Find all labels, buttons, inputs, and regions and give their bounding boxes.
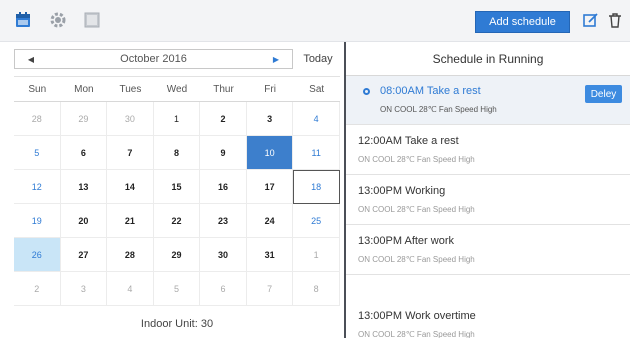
calendar-day[interactable]: 6 xyxy=(200,272,247,306)
calendar-day[interactable]: 19 xyxy=(14,204,61,238)
month-title: October 2016 xyxy=(120,53,187,65)
schedule-details: ON COOL 28℃ Fan Speed High xyxy=(358,255,475,264)
month-navigator: ◀ October 2016 ▶ xyxy=(14,49,293,69)
calendar-day[interactable]: 29 xyxy=(153,238,201,272)
delete-button[interactable]: Deley xyxy=(585,85,622,103)
settings-icon[interactable] xyxy=(49,11,67,29)
schedule-time: 13:00PM After work xyxy=(358,235,454,247)
calendar-day[interactable]: 1 xyxy=(293,238,340,272)
indoor-unit-label: Indoor Unit: 30 xyxy=(140,318,214,330)
calendar-day[interactable]: 29 xyxy=(60,102,108,136)
weekday-label: Fri xyxy=(264,84,276,95)
calendar-day-selected[interactable]: 10 xyxy=(246,136,294,170)
today-button[interactable]: Today xyxy=(297,49,339,69)
calendar-day[interactable]: 28 xyxy=(14,102,61,136)
calendar-day[interactable]: 8 xyxy=(153,136,201,170)
weekday-label: Mon xyxy=(74,84,94,95)
toolbar: Add schedule xyxy=(0,0,630,42)
calendar-day[interactable]: 6 xyxy=(60,136,108,170)
add-schedule-button[interactable]: Add schedule xyxy=(475,11,570,33)
calendar-day[interactable]: 15 xyxy=(153,170,201,204)
schedule-item[interactable]: 08:00AM Take a rest ON COOL 28℃ Fan Spee… xyxy=(346,76,630,125)
calendar-day[interactable]: 30 xyxy=(107,102,154,136)
schedule-time: 13:00PM Work overtime xyxy=(358,310,476,322)
calendar-day[interactable]: 16 xyxy=(200,170,247,204)
calendar-day[interactable]: 7 xyxy=(107,136,154,170)
calendar-day[interactable]: 31 xyxy=(246,238,294,272)
calendar-day[interactable]: 21 xyxy=(107,204,154,238)
calendar-day[interactable]: 2 xyxy=(200,102,247,136)
trash-icon[interactable] xyxy=(606,11,624,29)
calendar-day[interactable]: 8 xyxy=(293,272,340,306)
prev-month-icon[interactable]: ◀ xyxy=(21,50,41,68)
calendar-day[interactable]: 3 xyxy=(246,102,294,136)
weekday-label: Sat xyxy=(309,84,325,95)
calendar-icon[interactable] xyxy=(14,11,32,29)
calendar-day[interactable]: 4 xyxy=(293,102,340,136)
weekday-label: Sun xyxy=(28,84,47,95)
calendar-day-today[interactable]: 18 xyxy=(293,170,340,204)
schedule-item[interactable]: 12:00AM Take a rest ON COOL 28℃ Fan Spee… xyxy=(346,126,630,175)
schedule-time: 13:00PM Working xyxy=(358,185,446,197)
schedule-item[interactable]: 13:00PM After work ON COOL 28℃ Fan Speed… xyxy=(346,226,630,275)
calendar-day[interactable]: 9 xyxy=(200,136,247,170)
schedule-item[interactable]: 13:00PM Working ON COOL 28℃ Fan Speed Hi… xyxy=(346,176,630,225)
calendar-day[interactable]: 2 xyxy=(14,272,61,306)
schedule-details: ON COOL 28℃ Fan Speed High xyxy=(358,330,475,338)
calendar-day[interactable]: 13 xyxy=(60,170,108,204)
calendar-day[interactable]: 5 xyxy=(153,272,201,306)
schedule-time: 12:00AM Take a rest xyxy=(358,135,459,147)
calendar-day[interactable]: 24 xyxy=(246,204,294,238)
radio-selected-icon[interactable] xyxy=(363,88,370,95)
calendar-day[interactable]: 22 xyxy=(153,204,201,238)
weekday-label: Thur xyxy=(213,84,234,95)
calendar-day[interactable]: 27 xyxy=(60,238,108,272)
calendar-day[interactable]: 25 xyxy=(293,204,340,238)
calendar-day[interactable]: 1 xyxy=(153,102,201,136)
calendar-day[interactable]: 14 xyxy=(107,170,154,204)
calendar-day[interactable]: 30 xyxy=(200,238,247,272)
calendar-day[interactable]: 20 xyxy=(60,204,108,238)
calendar-day[interactable]: 28 xyxy=(107,238,154,272)
next-month-icon[interactable]: ▶ xyxy=(266,50,286,68)
calendar-day[interactable]: 11 xyxy=(293,136,340,170)
grid-icon[interactable] xyxy=(83,11,101,29)
calendar-day[interactable]: 23 xyxy=(200,204,247,238)
calendar-day[interactable]: 4 xyxy=(107,272,154,306)
calendar-day[interactable]: 12 xyxy=(14,170,61,204)
weekday-label: Wed xyxy=(166,84,188,95)
weekday-header: Sun Mon Tues Wed Thur Fri Sat xyxy=(14,76,340,102)
schedule-panel-title: Schedule in Running xyxy=(346,42,630,76)
edit-icon[interactable] xyxy=(582,11,600,29)
calendar-day[interactable]: 7 xyxy=(246,272,294,306)
calendar-day[interactable]: 17 xyxy=(246,170,294,204)
weekday-label: Tues xyxy=(119,84,142,95)
schedule-details: ON COOL 28℃ Fan Speed High xyxy=(358,155,475,164)
calendar-day-highlighted[interactable]: 26 xyxy=(14,238,61,272)
schedule-details: ON COOL 28℃ Fan Speed High xyxy=(358,205,475,214)
calendar-grid: 28 29 30 1 2 3 4 5 6 7 8 9 10 11 12 13 1… xyxy=(14,102,340,306)
schedule-details: ON COOL 28℃ Fan Speed High xyxy=(380,105,497,114)
calendar-day[interactable]: 3 xyxy=(60,272,108,306)
schedule-item[interactable]: 13:00PM Work overtime ON COOL 28℃ Fan Sp… xyxy=(346,276,630,338)
schedule-time: 08:00AM Take a rest xyxy=(380,85,481,97)
calendar-day[interactable]: 5 xyxy=(14,136,61,170)
